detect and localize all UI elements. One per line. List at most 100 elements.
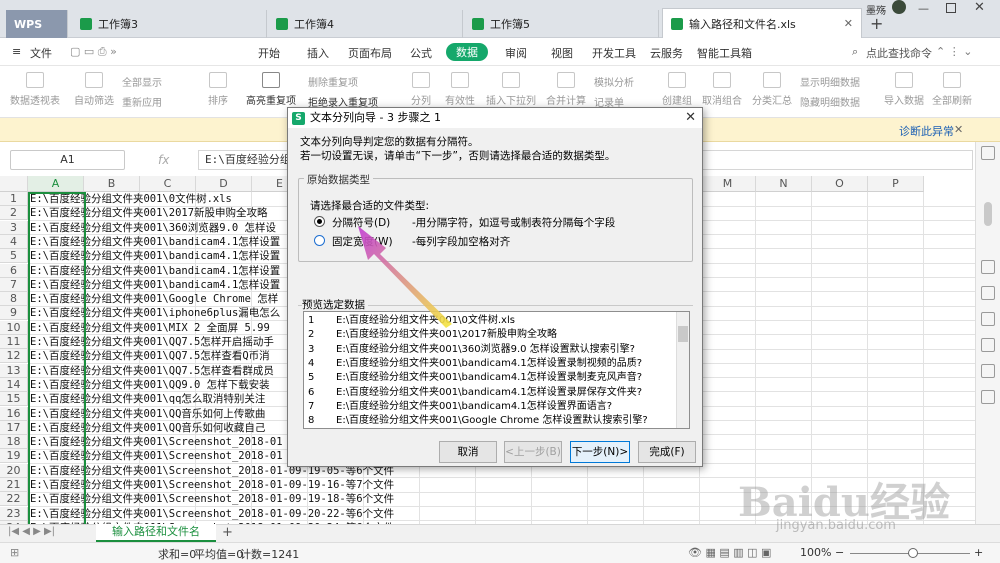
row-header[interactable]: 3 bbox=[0, 220, 28, 235]
text-to-columns-button[interactable]: 分列 bbox=[406, 72, 436, 107]
column-header-M[interactable]: M bbox=[700, 176, 756, 192]
subtotal-button[interactable]: 分类汇总 bbox=[750, 72, 794, 107]
column-header-P[interactable]: P bbox=[868, 176, 924, 192]
format-icon[interactable] bbox=[981, 286, 995, 300]
row-header[interactable]: 20 bbox=[0, 463, 28, 478]
column-header-A[interactable]: A bbox=[28, 176, 84, 192]
row-header[interactable]: 12 bbox=[0, 349, 28, 364]
reapply-button[interactable]: 重新应用 bbox=[122, 94, 182, 109]
column-header-D[interactable]: D bbox=[196, 176, 252, 192]
row-header[interactable]: 19 bbox=[0, 449, 28, 464]
sort-button[interactable]: 排序 bbox=[200, 72, 236, 107]
pivot-table-button[interactable]: 数据透视表 bbox=[10, 72, 60, 107]
column-header-B[interactable]: B bbox=[84, 176, 140, 192]
finish-button[interactable]: 完成(F) bbox=[638, 441, 696, 463]
ribbon-toggle-icons[interactable]: ⌃ ⋮ ⌄ bbox=[936, 45, 972, 58]
style-icon[interactable] bbox=[981, 260, 995, 274]
validation-button[interactable]: 有效性 bbox=[440, 72, 480, 107]
file-menu[interactable]: 文件 bbox=[30, 45, 52, 61]
sheet-tab-active[interactable]: 输入路径和文件名 bbox=[96, 524, 216, 542]
hamburger-icon[interactable]: ≡ bbox=[12, 45, 21, 58]
row-header[interactable]: 15 bbox=[0, 392, 28, 407]
dialog-close-icon[interactable]: ✕ bbox=[685, 110, 696, 125]
row-header[interactable]: 10 bbox=[0, 320, 28, 335]
auto-filter-button[interactable]: 自动筛选 bbox=[74, 72, 114, 107]
preview-scroll-thumb[interactable] bbox=[678, 326, 688, 342]
menu-page-layout[interactable]: 页面布局 bbox=[348, 45, 392, 61]
menu-cloud[interactable]: 云服务 bbox=[650, 45, 683, 61]
row-header[interactable]: 21 bbox=[0, 478, 28, 492]
what-if-button[interactable]: 模拟分析 bbox=[594, 74, 654, 89]
zoom-slider-handle[interactable] bbox=[908, 548, 918, 558]
show-detail-button[interactable]: 显示明细数据 bbox=[800, 74, 876, 89]
group-button[interactable]: 创建组 bbox=[660, 72, 694, 107]
row-header[interactable]: 22 bbox=[0, 492, 28, 507]
command-search[interactable]: 点此查找命令 bbox=[866, 45, 932, 61]
row-header[interactable]: 4 bbox=[0, 234, 28, 249]
fixed-width-radio[interactable] bbox=[314, 235, 325, 246]
minimize-icon[interactable]: — bbox=[918, 2, 929, 15]
import-data-button[interactable]: 导入数据 bbox=[882, 72, 926, 107]
remove-duplicates-button[interactable]: 删除重复项 bbox=[308, 74, 388, 89]
next-step-button[interactable]: 下一步(N)> bbox=[570, 441, 630, 463]
hide-detail-button[interactable]: 隐藏明细数据 bbox=[800, 94, 876, 109]
menu-data[interactable]: 数据 bbox=[446, 43, 488, 61]
row-header[interactable]: 8 bbox=[0, 292, 28, 307]
sheet-nav-icons[interactable]: |◀ ◀ ▶ ▶| bbox=[8, 526, 55, 537]
row-header[interactable]: 1 bbox=[0, 192, 28, 206]
prev-step-button[interactable]: <上一步(B) bbox=[504, 441, 562, 463]
maximize-icon[interactable] bbox=[946, 3, 956, 13]
highlight-duplicates-button[interactable]: 高亮重复项 bbox=[244, 72, 298, 107]
fx-icon[interactable]: fx bbox=[158, 153, 169, 167]
cancel-button[interactable]: 取消 bbox=[439, 441, 497, 463]
zoom-level[interactable]: 100% bbox=[800, 546, 831, 559]
row-header[interactable]: 7 bbox=[0, 277, 28, 292]
row-header[interactable]: 6 bbox=[0, 263, 28, 278]
row-header[interactable]: 5 bbox=[0, 249, 28, 264]
menu-insert[interactable]: 插入 bbox=[307, 45, 329, 61]
menu-smart-tools[interactable]: 智能工具箱 bbox=[697, 45, 752, 61]
menu-view[interactable]: 视图 bbox=[551, 45, 573, 61]
backup-icon[interactable] bbox=[981, 364, 995, 378]
close-notice-icon[interactable]: ✕ bbox=[954, 123, 963, 136]
avatar[interactable] bbox=[892, 0, 906, 14]
menu-start[interactable]: 开始 bbox=[258, 45, 280, 61]
refresh-all-button[interactable]: 全部刷新 bbox=[930, 72, 974, 107]
column-header-C[interactable]: C bbox=[140, 176, 196, 192]
help-icon[interactable] bbox=[981, 390, 995, 404]
zoom-out-icon[interactable]: − bbox=[835, 546, 844, 559]
column-header-N[interactable]: N bbox=[756, 176, 812, 192]
row-header[interactable]: 11 bbox=[0, 335, 28, 349]
name-box[interactable]: A1 bbox=[10, 150, 125, 170]
tab-workbook4[interactable]: 工作簿4 bbox=[268, 10, 463, 38]
quick-access-icons[interactable]: ▢ ▭ ⎙ » bbox=[70, 45, 117, 59]
close-window-icon[interactable]: ✕ bbox=[974, 0, 985, 15]
tab-workbook5[interactable]: 工作簿5 bbox=[464, 10, 659, 38]
row-header[interactable]: 14 bbox=[0, 377, 28, 392]
row-header[interactable]: 2 bbox=[0, 206, 28, 221]
show-all-button[interactable]: 全部显示 bbox=[122, 74, 182, 89]
tab-active-file[interactable]: 输入路径和文件名.xls ✕ bbox=[662, 8, 862, 38]
row-header[interactable]: 18 bbox=[0, 435, 28, 450]
vertical-scrollbar[interactable] bbox=[984, 202, 992, 226]
sidebar-collapse-icon[interactable] bbox=[981, 146, 995, 160]
menu-dev-tools[interactable]: 开发工具 bbox=[592, 45, 636, 61]
row-header[interactable]: 9 bbox=[0, 306, 28, 321]
row-header[interactable]: 13 bbox=[0, 363, 28, 378]
add-sheet-button[interactable]: + bbox=[222, 525, 233, 540]
view-mode-icons[interactable]: 👁 ▦ ▤ ▥ ◫ ▣ bbox=[688, 546, 771, 559]
zoom-in-icon[interactable]: + bbox=[974, 546, 983, 559]
delimited-radio[interactable] bbox=[314, 216, 325, 227]
row-header[interactable]: 23 bbox=[0, 506, 28, 521]
row-header[interactable]: 17 bbox=[0, 420, 28, 435]
menu-formula[interactable]: 公式 bbox=[410, 45, 432, 61]
ungroup-button[interactable]: 取消组合 bbox=[700, 72, 744, 107]
shape-icon[interactable] bbox=[981, 338, 995, 352]
wps-home-tab[interactable]: WPS bbox=[6, 10, 68, 38]
select-all-corner[interactable] bbox=[0, 176, 28, 192]
diagnose-link[interactable]: 诊断此异常 bbox=[899, 123, 954, 139]
close-tab-icon[interactable]: ✕ bbox=[844, 17, 853, 30]
row-header[interactable]: 16 bbox=[0, 406, 28, 421]
menu-review[interactable]: 审阅 bbox=[505, 45, 527, 61]
column-header-O[interactable]: O bbox=[812, 176, 868, 192]
